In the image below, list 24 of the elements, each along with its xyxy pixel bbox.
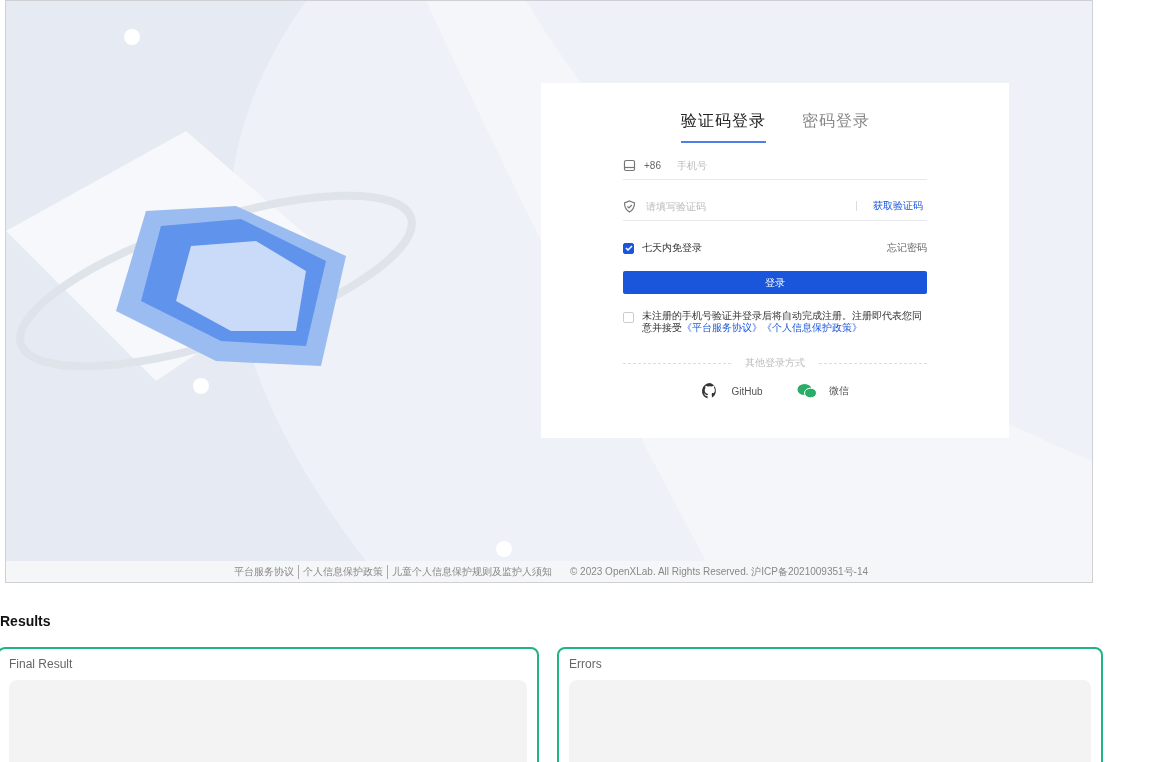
copyright-text: © 2023 OpenXLab. All Rights Reserved. 沪ICP备2021009351号-14: [569, 564, 869, 579]
panel-label: Errors: [569, 657, 603, 671]
social-login-button[interactable]: GitHub: [701, 382, 763, 400]
agreement-link[interactable]: 《平台服务协议》: [682, 322, 762, 333]
footer-link[interactable]: 平台服务协议: [229, 564, 298, 579]
login-tab[interactable]: 验证码登录: [680, 105, 766, 143]
agreement-text: 未注册的手机号验证并登录后将自动完成注册。注册即代表您同意并接受《平台服务协议》《个人信息保护政策》: [642, 310, 923, 334]
forgot-password-link[interactable]: 忘记密码: [887, 241, 927, 255]
phone-field[interactable]: 手机号: [674, 158, 927, 172]
agreement-link[interactable]: 《个人信息保护政策》: [762, 322, 862, 333]
remember-label: 七天内免登录: [642, 241, 702, 255]
shield-icon: [623, 199, 636, 213]
wechat-icon: [796, 383, 817, 399]
country-code[interactable]: +86: [644, 159, 667, 171]
social-login-button[interactable]: 微信: [796, 382, 849, 400]
checkbox[interactable]: [623, 242, 634, 254]
panel-label: Final Result: [9, 657, 74, 671]
footer-link[interactable]: 个人信息保护政策: [297, 564, 387, 579]
section-title: Results: [0, 612, 52, 631]
login-button[interactable]: 登录: [623, 271, 927, 294]
footer-link[interactable]: 儿童个人信息保护规则及监护人须知: [386, 564, 556, 579]
phone-icon: [623, 158, 636, 172]
get-code-link[interactable]: 获取验证码: [865, 199, 927, 213]
login-tab[interactable]: 密码登录: [801, 105, 870, 143]
